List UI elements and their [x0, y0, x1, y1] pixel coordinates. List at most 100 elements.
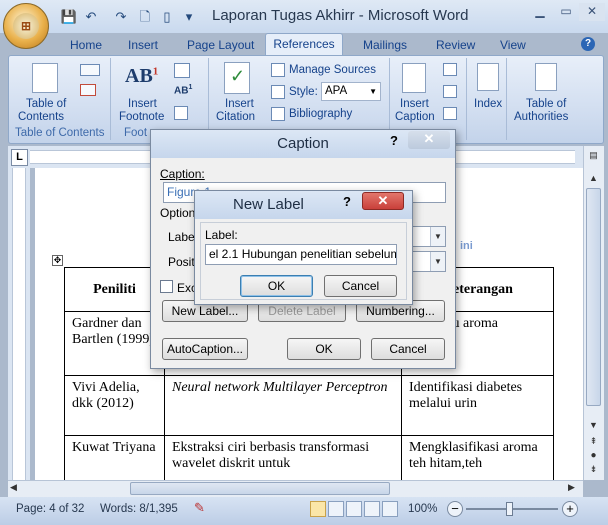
- caption-fragment: ini: [460, 240, 473, 252]
- ruler-toggle-icon[interactable]: ▤: [585, 150, 602, 164]
- insert-endnote-icon[interactable]: [174, 63, 190, 78]
- toc-icon: [32, 63, 58, 93]
- bibliography-button[interactable]: Bibliography: [289, 108, 352, 121]
- toc-label-2[interactable]: Contents: [18, 111, 64, 124]
- select-browse-object-icon[interactable]: ●: [585, 450, 602, 464]
- office-logo-icon: ⊞: [13, 13, 39, 39]
- close-window-button[interactable]: ✕: [579, 3, 605, 21]
- zoom-in-icon[interactable]: +: [562, 501, 578, 517]
- insert-caption-label-2[interactable]: Caption: [395, 111, 435, 124]
- new-label-cancel-button[interactable]: Cancel: [324, 275, 397, 297]
- style-icon: [271, 85, 285, 99]
- ribbon-separator: [389, 58, 390, 140]
- manage-sources-button[interactable]: Manage Sources: [289, 64, 376, 77]
- previous-page-icon[interactable]: ⇞: [585, 436, 602, 450]
- table-cell: Vivi Adelia, dkk (2012): [64, 375, 165, 436]
- toa-label-1[interactable]: Table of: [526, 98, 566, 111]
- table-cell: Identifikasi diabetes melalui urin: [401, 375, 554, 436]
- footnote-icon: AB1: [125, 65, 159, 87]
- insert-footnote-label-2[interactable]: Footnote: [119, 111, 164, 124]
- vertical-ruler[interactable]: [12, 168, 26, 480]
- scroll-down-icon[interactable]: ▼: [585, 420, 602, 434]
- add-text-icon[interactable]: [80, 64, 100, 76]
- authorities-icon: [535, 63, 557, 91]
- window-title: Laporan Tugas Akhirr - Microsoft Word: [212, 7, 469, 24]
- undo-icon[interactable]: ↶: [82, 8, 100, 26]
- autocaption-button[interactable]: AutoCaption...: [162, 338, 248, 360]
- table-row: Vivi Adelia, dkk (2012) Neural network M…: [64, 375, 554, 436]
- scroll-left-icon[interactable]: ◀: [10, 482, 24, 496]
- tab-page-layout[interactable]: Page Layout: [185, 36, 256, 56]
- status-bar: [0, 497, 608, 525]
- maximize-button[interactable]: ▭: [553, 3, 579, 21]
- page-count[interactable]: Page: 4 of 32: [16, 503, 84, 515]
- caption-ok-button[interactable]: OK: [287, 338, 361, 360]
- insert-footnote-label-1[interactable]: Insert: [128, 98, 157, 111]
- customize-qat-icon[interactable]: ▾: [180, 8, 198, 26]
- cross-reference-icon[interactable]: [443, 107, 457, 120]
- tab-home[interactable]: Home: [68, 36, 104, 56]
- table-cell: Neural network Multilayer Perceptron: [164, 375, 402, 436]
- caption-close-button[interactable]: ✕: [408, 131, 450, 149]
- chevron-down-icon[interactable]: ▼: [430, 227, 445, 246]
- tab-selector-icon[interactable]: L: [11, 149, 28, 166]
- checkmark-icon: ✓: [230, 66, 246, 86]
- minimize-button[interactable]: ▁: [527, 3, 553, 21]
- chevron-down-icon[interactable]: ▼: [430, 252, 445, 271]
- insert-citation-label-2[interactable]: Citation: [216, 111, 255, 124]
- ribbon-separator: [466, 58, 467, 140]
- show-notes-icon[interactable]: [174, 106, 188, 120]
- insert-caption-label-1[interactable]: Insert: [400, 98, 429, 111]
- caption-label: Caption:: [160, 167, 205, 181]
- scroll-up-icon[interactable]: ▲: [585, 170, 602, 186]
- new-doc-icon[interactable]: ▯: [158, 8, 176, 26]
- proofing-icon[interactable]: ✎: [194, 500, 205, 516]
- style-label: Style:: [289, 86, 318, 98]
- table-move-handle-icon[interactable]: ✥: [52, 255, 63, 266]
- print-preview-icon[interactable]: 🗋: [136, 8, 154, 26]
- table-of-figures-icon[interactable]: [443, 63, 457, 76]
- outline-view-icon[interactable]: [364, 501, 380, 517]
- caption-help-icon[interactable]: ?: [390, 133, 398, 148]
- tab-references[interactable]: References: [265, 33, 343, 56]
- save-icon[interactable]: 💾: [60, 8, 78, 26]
- tab-view[interactable]: View: [498, 36, 528, 56]
- style-select[interactable]: APA ▼: [321, 82, 381, 101]
- new-label-label: Label:: [205, 228, 238, 242]
- ribbon-separator: [208, 58, 209, 140]
- update-table-icon[interactable]: [80, 84, 96, 96]
- horizontal-scroll-thumb[interactable]: [130, 482, 390, 495]
- new-label-text-field[interactable]: el 2.1 Hubungan penelitian sebelumnya: [205, 244, 397, 265]
- group-label-toc: Table of Contents: [15, 127, 105, 139]
- web-layout-view-icon[interactable]: [346, 501, 362, 517]
- help-icon[interactable]: ?: [581, 37, 595, 51]
- zoom-out-icon[interactable]: −: [447, 501, 463, 517]
- insert-caption-icon: [402, 63, 426, 93]
- new-label-ok-button[interactable]: OK: [240, 275, 313, 297]
- tab-insert[interactable]: Insert: [126, 36, 160, 56]
- next-footnote-icon[interactable]: AB1: [174, 84, 192, 96]
- new-label-help-icon[interactable]: ?: [343, 194, 351, 209]
- index-button[interactable]: Index: [474, 98, 502, 111]
- new-label-close-button[interactable]: ✕: [362, 192, 404, 210]
- full-screen-view-icon[interactable]: [328, 501, 344, 517]
- tab-mailings[interactable]: Mailings: [361, 36, 409, 56]
- office-button[interactable]: ⊞: [3, 3, 49, 49]
- word-count[interactable]: Words: 8/1,395: [100, 503, 178, 515]
- draft-view-icon[interactable]: [382, 501, 398, 517]
- scroll-right-icon[interactable]: ▶: [568, 482, 582, 496]
- vertical-scroll-thumb[interactable]: [586, 188, 601, 406]
- zoom-slider-thumb[interactable]: [506, 502, 513, 516]
- tab-review[interactable]: Review: [434, 36, 477, 56]
- toa-label-2[interactable]: Authorities: [514, 111, 568, 124]
- next-page-icon[interactable]: ⇟: [585, 464, 602, 478]
- exclude-label-checkbox[interactable]: [160, 280, 173, 293]
- ribbon-separator: [110, 58, 111, 140]
- caption-cancel-button[interactable]: Cancel: [371, 338, 445, 360]
- zoom-level[interactable]: 100%: [408, 503, 437, 515]
- print-layout-view-icon[interactable]: [310, 501, 326, 517]
- insert-citation-label-1[interactable]: Insert: [225, 98, 254, 111]
- redo-icon[interactable]: ↷: [112, 8, 130, 26]
- toc-label-1[interactable]: Table of: [26, 98, 66, 111]
- update-table-icon[interactable]: [443, 85, 457, 98]
